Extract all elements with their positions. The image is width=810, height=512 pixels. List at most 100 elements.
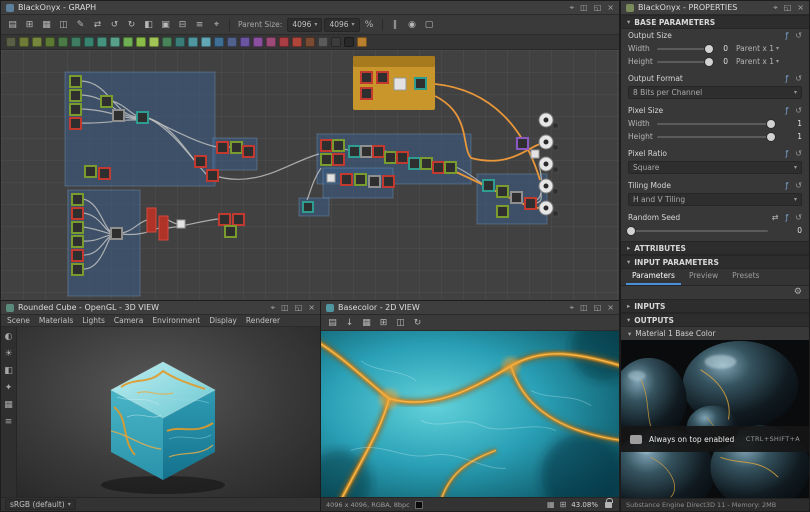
view3d-tool-icon[interactable]: ◧: [4, 367, 13, 376]
view2d-tool-icon[interactable]: ▤: [325, 315, 340, 330]
node-category-icon[interactable]: [123, 37, 133, 47]
node-category-icon[interactable]: [162, 37, 172, 47]
output-width-value[interactable]: 0: [718, 44, 728, 53]
view3d-viewport[interactable]: [17, 327, 320, 497]
node-category-icon[interactable]: [240, 37, 250, 47]
node-category-icon[interactable]: [292, 37, 302, 47]
pixel-height-value[interactable]: 1: [792, 132, 802, 141]
close-icon[interactable]: ×: [308, 304, 315, 312]
view3d-tool-icon[interactable]: ☀: [4, 350, 12, 359]
pin-icon[interactable]: ⌖: [271, 304, 276, 312]
grid-icon[interactable]: ▦: [547, 500, 555, 509]
node-category-icon[interactable]: [227, 37, 237, 47]
pin-icon[interactable]: ⌖: [570, 4, 575, 12]
function-icon[interactable]: ƒ: [785, 214, 788, 222]
graph-tool-icon[interactable]: ◉: [405, 17, 420, 32]
material-preview[interactable]: Always on top enabled CTRL+SHIFT+A: [621, 340, 809, 498]
output-width-slider[interactable]: [657, 48, 713, 50]
graph-tool-icon[interactable]: ‖: [388, 17, 403, 32]
view3d-tool-icon[interactable]: ▦: [4, 401, 13, 410]
graph-tool-icon[interactable]: ↻: [124, 17, 139, 32]
close-icon[interactable]: ×: [607, 4, 614, 12]
node-category-icon[interactable]: [279, 37, 289, 47]
tiling-mode-dropdown[interactable]: H and V Tiling ▾: [628, 193, 802, 206]
node-category-icon[interactable]: [357, 37, 367, 47]
node-category-icon[interactable]: [188, 37, 198, 47]
node-category-icon[interactable]: [344, 37, 354, 47]
function-icon[interactable]: ƒ: [785, 150, 788, 158]
function-icon[interactable]: ƒ: [785, 182, 788, 190]
gear-icon[interactable]: ⚙: [794, 288, 802, 297]
restore-icon[interactable]: ◫: [281, 304, 289, 312]
menu-materials[interactable]: Materials: [39, 316, 73, 325]
graph-tool-icon[interactable]: ⊟: [175, 17, 190, 32]
node-graph[interactable]: [1, 50, 617, 300]
function-icon[interactable]: ƒ: [785, 107, 788, 115]
close-icon[interactable]: ×: [797, 4, 804, 12]
lock-icon[interactable]: [605, 502, 612, 508]
node-category-icon[interactable]: [19, 37, 29, 47]
view3d-tool-icon[interactable]: ◐: [5, 333, 13, 342]
menu-renderer[interactable]: Renderer: [246, 316, 280, 325]
output-width-unit-dropdown[interactable]: Parent x 1▾: [736, 44, 779, 53]
pixel-height-slider[interactable]: [657, 136, 775, 138]
output-height-value[interactable]: 0: [718, 57, 728, 66]
output-height-unit-dropdown[interactable]: Parent x 1▾: [736, 57, 779, 66]
properties-panel-titlebar[interactable]: BlackOnyx - PROPERTIES ⌖ ◱ ×: [621, 1, 809, 15]
node-category-icon[interactable]: [84, 37, 94, 47]
view2d-tool-icon[interactable]: ⊞: [376, 315, 391, 330]
random-seed-slider[interactable]: [628, 230, 768, 232]
graph-panel-titlebar[interactable]: BlackOnyx - GRAPH ⌖ ◫ ◱ ×: [1, 1, 619, 15]
float-icon[interactable]: ◱: [295, 304, 303, 312]
pixel-width-slider[interactable]: [657, 123, 775, 125]
node-category-icon[interactable]: [58, 37, 68, 47]
parent-size-height-dropdown[interactable]: 4096▾: [324, 18, 359, 32]
node-category-icon[interactable]: [110, 37, 120, 47]
graph-tool-icon[interactable]: ⊞: [22, 17, 37, 32]
random-seed-value[interactable]: 0: [792, 226, 802, 235]
output-format-dropdown[interactable]: 8 Bits per Channel ▾: [628, 86, 802, 99]
restore-icon[interactable]: ◫: [580, 4, 588, 12]
tab-parameters[interactable]: Parameters: [626, 269, 681, 285]
section-input-parameters[interactable]: ▾ INPUT PARAMETERS: [621, 255, 809, 269]
reset-icon[interactable]: ↺: [795, 150, 802, 158]
function-icon[interactable]: ƒ: [785, 75, 788, 83]
view2d-tool-icon[interactable]: ↓: [342, 315, 357, 330]
graph-tool-icon[interactable]: ▢: [422, 17, 437, 32]
menu-camera[interactable]: Camera: [114, 316, 143, 325]
section-outputs[interactable]: ▾ OUTPUTS: [621, 313, 809, 327]
reset-icon[interactable]: ↺: [795, 214, 802, 222]
shuffle-icon[interactable]: ⇄: [772, 214, 779, 222]
node-category-icon[interactable]: [136, 37, 146, 47]
reset-icon[interactable]: ↺: [795, 107, 802, 115]
view2d-canvas[interactable]: [321, 331, 619, 497]
graph-tool-icon[interactable]: ✎: [73, 17, 88, 32]
section-attributes[interactable]: ▸ ATTRIBUTES: [621, 241, 809, 255]
node-category-icon[interactable]: [214, 37, 224, 47]
node-category-icon[interactable]: [253, 37, 263, 47]
color-swatch[interactable]: [415, 501, 423, 509]
graph-tool-icon[interactable]: ▦: [39, 17, 54, 32]
view2d-tool-icon[interactable]: ▦: [359, 315, 374, 330]
view2d-tool-icon[interactable]: ◫: [393, 315, 408, 330]
notification-toast[interactable]: Always on top enabled CTRL+SHIFT+A: [621, 426, 809, 452]
restore-icon[interactable]: ◫: [580, 304, 588, 312]
node-category-icon[interactable]: [318, 37, 328, 47]
view3d-tool-icon[interactable]: ✦: [5, 384, 13, 393]
menu-environment[interactable]: Environment: [152, 316, 200, 325]
float-icon[interactable]: ◱: [784, 4, 792, 12]
node-category-icon[interactable]: [6, 37, 16, 47]
output-item-base-color[interactable]: ▾ Material 1 Base Color: [621, 327, 809, 340]
percent-icon[interactable]: %: [362, 17, 377, 32]
tab-preview[interactable]: Preview: [683, 269, 724, 285]
graph-tool-icon[interactable]: ◧: [141, 17, 156, 32]
tab-presets[interactable]: Presets: [726, 269, 765, 285]
reset-icon[interactable]: ↺: [795, 32, 802, 40]
pin-icon[interactable]: ⌖: [773, 4, 778, 12]
colorspace-dropdown[interactable]: sRGB (default) ▾: [5, 499, 76, 510]
view3d-tool-icon[interactable]: ≡: [5, 418, 13, 427]
float-icon[interactable]: ◱: [594, 304, 602, 312]
node-category-icon[interactable]: [266, 37, 276, 47]
output-height-slider[interactable]: [657, 61, 713, 63]
zoom-level[interactable]: 43.08%: [571, 501, 598, 509]
